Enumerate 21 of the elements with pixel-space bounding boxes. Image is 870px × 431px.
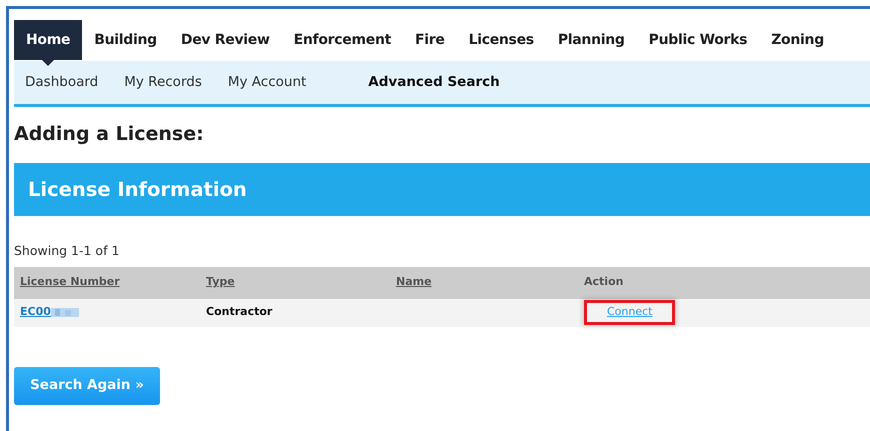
subnav-link[interactable]: Advanced Search <box>357 72 511 93</box>
nav-tab[interactable]: Dev Review <box>168 20 282 60</box>
column-sort-link[interactable]: Name <box>396 275 432 288</box>
section-banner: License Information <box>14 162 870 216</box>
subnav-link[interactable]: My Records <box>113 72 213 93</box>
nav-tab[interactable]: Enforcement <box>282 20 404 60</box>
nav-tab[interactable]: Planning <box>546 20 637 60</box>
tab-pointer-icon <box>42 60 54 66</box>
subnav-link[interactable]: Dashboard <box>14 72 110 93</box>
column-header: Action <box>578 266 870 299</box>
nav-tab[interactable]: Fire <box>403 20 457 60</box>
page-title: Adding a License: <box>14 123 205 146</box>
nav-tab[interactable]: Zoning <box>759 20 836 60</box>
nav-tab[interactable]: Public Works <box>636 20 760 60</box>
license-link[interactable]: EC00 <box>20 305 51 318</box>
column-sort-link[interactable]: Type <box>206 275 235 288</box>
results-count: Showing 1-1 of 1 <box>14 242 120 260</box>
nav-tab[interactable]: Licenses <box>456 20 546 60</box>
table-cell: Contractor <box>200 298 390 327</box>
subnav-link[interactable]: My Account <box>216 72 318 93</box>
nav-tab[interactable]: Building <box>82 20 169 60</box>
